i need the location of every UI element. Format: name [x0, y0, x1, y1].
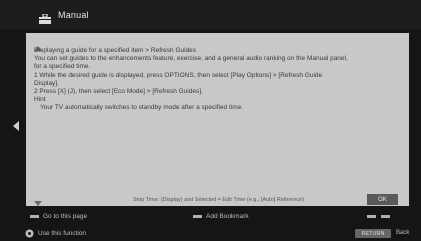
- step-1-cont: Display].: [34, 79, 59, 87]
- section-heading: Displaying a guide for a specified item …: [34, 47, 197, 54]
- footer-row-1: Go to this page Add Bookmark: [0, 211, 421, 223]
- return-button[interactable]: RETURN: [355, 229, 391, 238]
- use-function-label[interactable]: Use this function: [38, 230, 86, 237]
- add-bookmark-label[interactable]: Add Bookmark: [206, 213, 249, 220]
- yellow-button-icon: [367, 215, 376, 218]
- scroll-down-icon[interactable]: [34, 194, 42, 206]
- paragraph-line: You can set guides to the enhancements f…: [34, 55, 348, 63]
- blue-button-icon: [381, 215, 390, 218]
- previous-page-arrow-icon[interactable]: [12, 118, 20, 131]
- toolbox-icon: [38, 11, 52, 24]
- footer-row-2: Use this function RETURN Back: [0, 228, 421, 240]
- hint-heading: Hint: [34, 96, 46, 104]
- step-1: 1 While the desired guide is displayed, …: [34, 71, 323, 79]
- scroll-up-icon[interactable]: [34, 38, 42, 51]
- step-2: 2 Press [X] (J), then select [Eco Mode] …: [34, 88, 203, 96]
- header-bar: Manual: [0, 0, 421, 30]
- red-button-icon: [30, 215, 39, 218]
- enter-circle-icon: [25, 229, 34, 238]
- manual-text: Displaying a guide for a specified item …: [34, 47, 399, 113]
- green-button-icon: [193, 215, 202, 218]
- manual-content-panel: Displaying a guide for a specified item …: [26, 33, 409, 206]
- paragraph-line: for a specified time.: [34, 63, 91, 71]
- ok-button[interactable]: OK: [367, 194, 398, 205]
- page-title: Manual: [58, 10, 89, 20]
- go-to-page-label[interactable]: Go to this page: [43, 213, 87, 220]
- back-label: Back: [396, 230, 410, 236]
- operation-hint: Stop Time: (Display) and Selected = Edit…: [133, 197, 305, 203]
- hint-line: Your TV automatically switches to standb…: [40, 104, 244, 112]
- tv-screen: Manual Displaying a guide for a specifie…: [0, 0, 421, 241]
